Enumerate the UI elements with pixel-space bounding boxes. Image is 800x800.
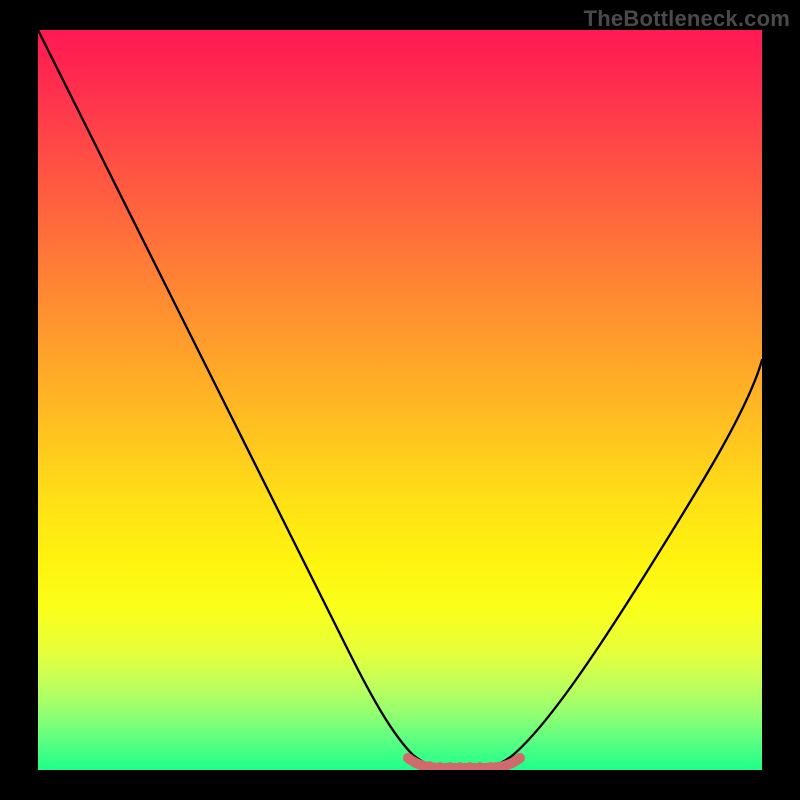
curve-svg [38,30,762,770]
bottleneck-curve-path [38,30,762,768]
watermark-text: TheBottleneck.com [584,6,790,32]
optimal-band-ticks [430,763,490,770]
plot-area [38,30,762,770]
optimal-band-path [408,758,520,768]
chart-frame: TheBottleneck.com [0,0,800,800]
